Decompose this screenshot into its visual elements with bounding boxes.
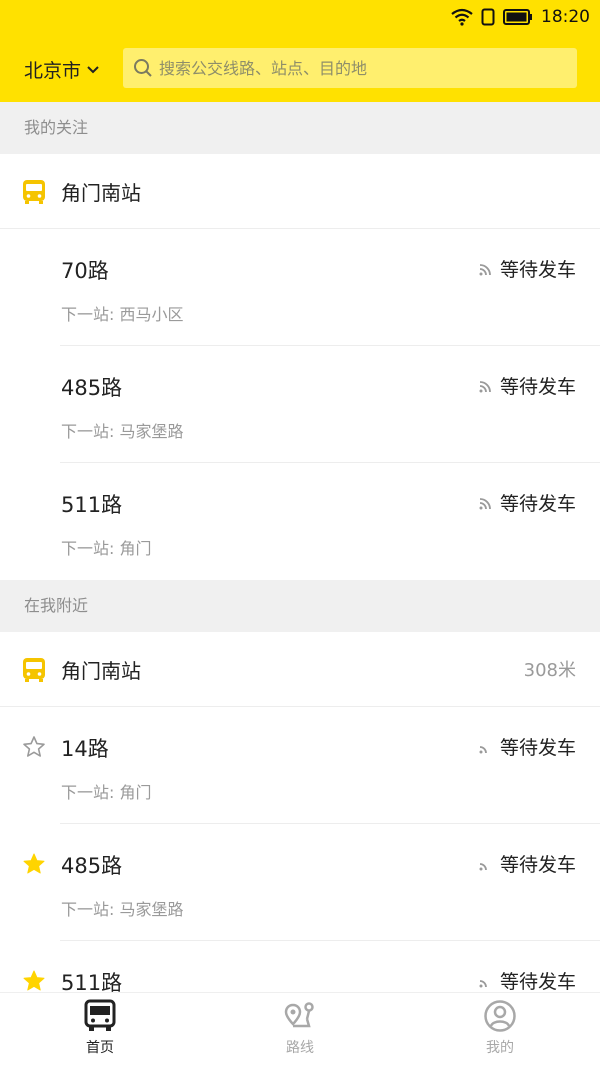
tab-home[interactable]: 首页 <box>0 993 200 1066</box>
signal-icon <box>479 979 487 987</box>
route-next-stop: 下一站: 角门 <box>61 783 152 802</box>
chevron-down-icon <box>87 65 99 73</box>
city-label: 北京市 <box>24 60 82 82</box>
signal-icon <box>479 862 487 870</box>
route-name: 485路 <box>61 854 123 878</box>
signal-icon <box>479 497 491 509</box>
station-name: 角门南站 <box>61 658 141 683</box>
search-bar[interactable] <box>123 48 577 88</box>
wifi-icon <box>451 8 473 26</box>
route-status: 等待发车 <box>478 372 576 399</box>
tab-routes[interactable]: 路线 <box>200 993 400 1066</box>
route-status: 等待发车 <box>478 850 576 877</box>
route-name: 511路 <box>61 971 123 992</box>
star-outline-icon[interactable] <box>22 735 46 759</box>
nearby-station-row[interactable]: 角门南站 308米 <box>0 632 600 707</box>
section-title-nearby: 在我附近 <box>0 580 600 632</box>
tab-profile[interactable]: 我的 <box>400 993 600 1066</box>
route-status: 等待发车 <box>478 255 576 282</box>
followed-route-row[interactable]: 70路 下一站: 西马小区 等待发车 <box>0 229 600 346</box>
route-status: 等待发车 <box>478 489 576 516</box>
followed-route-row[interactable]: 511路 下一站: 角门 等待发车 <box>0 463 600 580</box>
nearby-route-row[interactable]: 485路 下一站: 马家堡路 等待发车 <box>0 824 600 941</box>
route-name: 70路 <box>61 259 109 283</box>
route-next-stop: 下一站: 角门 <box>61 539 152 558</box>
route-next-stop: 下一站: 马家堡路 <box>61 900 184 919</box>
tab-label: 首页 <box>86 1040 114 1056</box>
route-status-text: 等待发车 <box>499 376 576 398</box>
city-selector[interactable]: 北京市 <box>24 56 99 83</box>
search-input[interactable] <box>159 58 559 78</box>
status-icons: 18:20 <box>451 7 590 27</box>
status-bar: 18:20 <box>0 0 600 36</box>
route-status-text: 等待发车 <box>499 259 576 281</box>
bus-icon <box>23 658 45 682</box>
nearby-route-row[interactable]: 14路 下一站: 角门 等待发车 <box>0 707 600 824</box>
bus-icon <box>84 999 116 1031</box>
search-icon <box>134 59 152 77</box>
route-status: 等待发车 <box>478 967 576 992</box>
route-next-stop: 下一站: 马家堡路 <box>61 422 184 441</box>
route-next-stop: 下一站: 西马小区 <box>61 305 184 324</box>
sim-card-icon <box>481 8 495 26</box>
followed-station-row[interactable]: 角门南站 <box>0 154 600 229</box>
station-distance: 308米 <box>523 660 576 681</box>
route-map-icon <box>284 1002 314 1028</box>
battery-icon <box>503 9 532 25</box>
star-filled-icon[interactable] <box>22 852 46 876</box>
station-name: 角门南站 <box>61 180 141 205</box>
signal-icon <box>479 745 487 753</box>
bus-icon <box>23 180 45 204</box>
tab-label: 我的 <box>486 1040 514 1056</box>
top-bar: 北京市 <box>0 36 600 102</box>
bottom-tab-bar: 首页 路线 我的 <box>0 992 600 1066</box>
profile-icon <box>484 1000 516 1032</box>
route-status-text: 等待发车 <box>499 737 576 759</box>
status-time: 18:20 <box>541 7 590 27</box>
section-title-following: 我的关注 <box>0 102 600 154</box>
main-content: 我的关注 角门南站 70路 下一站: 西马小区 等待发车 485路 下一站: 马… <box>0 102 600 992</box>
route-name: 14路 <box>61 737 109 761</box>
route-status-text: 等待发车 <box>499 493 576 515</box>
route-status: 等待发车 <box>478 733 576 760</box>
signal-icon <box>479 380 491 392</box>
star-filled-icon[interactable] <box>22 969 46 992</box>
nearby-route-row[interactable]: 511路 等待发车 <box>0 941 600 992</box>
tab-label: 路线 <box>286 1040 314 1056</box>
route-status-text: 等待发车 <box>499 971 576 992</box>
route-name: 485路 <box>61 376 123 400</box>
followed-route-row[interactable]: 485路 下一站: 马家堡路 等待发车 <box>0 346 600 463</box>
signal-icon <box>479 263 491 275</box>
route-name: 511路 <box>61 493 123 517</box>
route-status-text: 等待发车 <box>499 854 576 876</box>
